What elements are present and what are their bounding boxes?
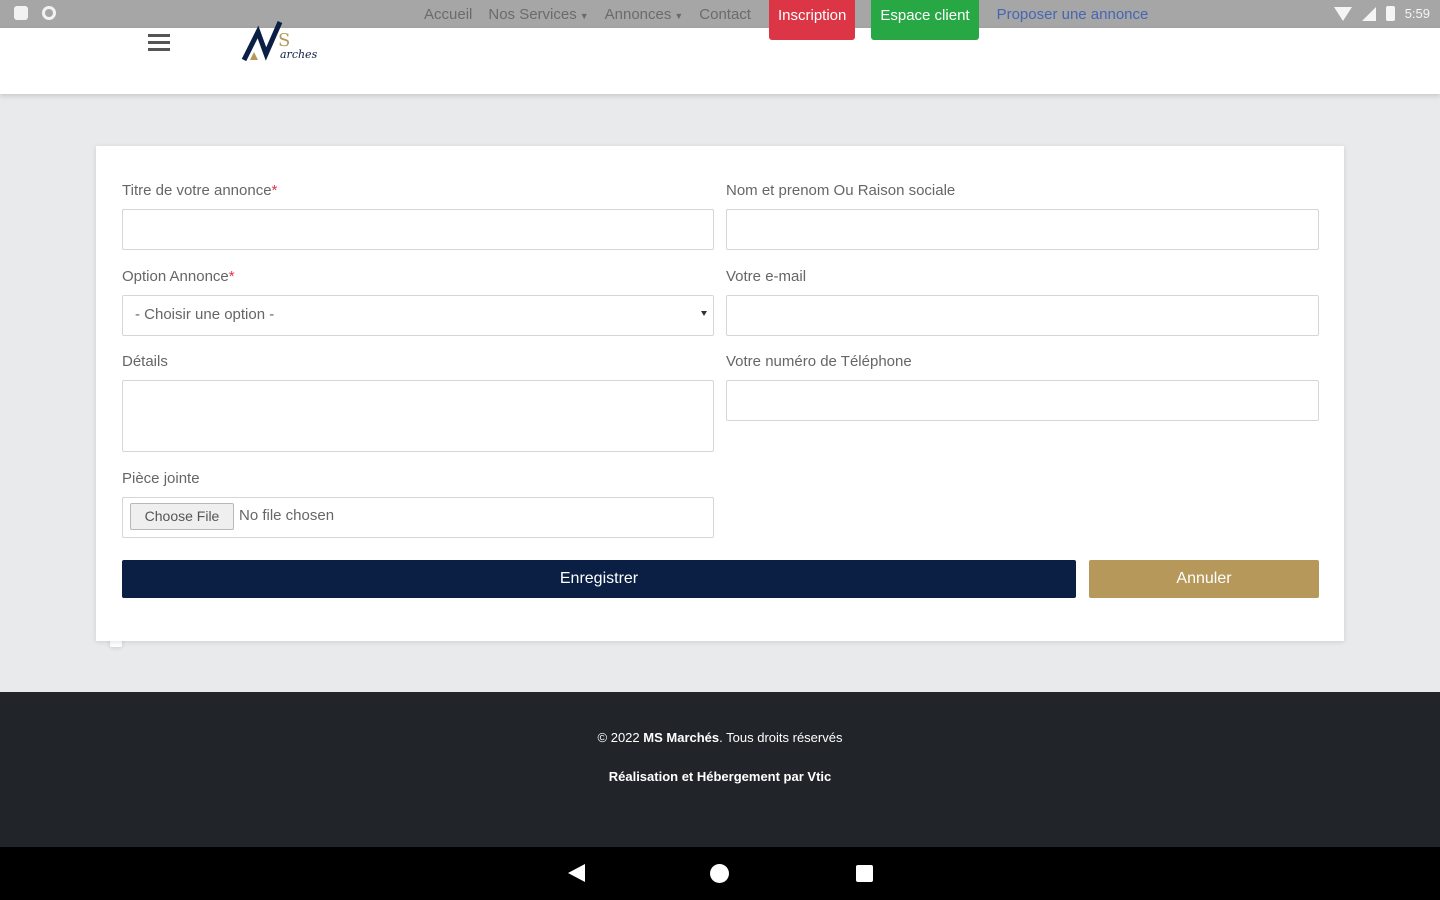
system-navigation-bar bbox=[0, 847, 1440, 900]
choose-file-button[interactable]: Choose File bbox=[130, 503, 234, 530]
details-label: Détails bbox=[122, 353, 168, 370]
details-textarea[interactable] bbox=[122, 380, 714, 452]
email-input[interactable] bbox=[726, 295, 1319, 336]
ms-marches-logo[interactable]: S arches bbox=[240, 16, 330, 66]
home-icon[interactable] bbox=[710, 864, 729, 883]
file-status: No file chosen bbox=[239, 507, 335, 524]
nav-services[interactable]: Nos Services ▼ bbox=[488, 0, 588, 23]
copyright-text: © 2022 MS Marchés. Tous droits réservés bbox=[597, 730, 843, 745]
enregistrer-button[interactable]: Enregistrer bbox=[122, 560, 1076, 598]
option-select-value: - Choisir une option - bbox=[135, 306, 275, 323]
email-label: Votre e-mail bbox=[726, 268, 807, 285]
back-icon[interactable] bbox=[568, 864, 585, 882]
wifi-icon bbox=[1333, 6, 1352, 21]
proposer-annonce-link[interactable]: Proposer une annonce bbox=[997, 0, 1149, 23]
nav-contact[interactable]: Contact bbox=[699, 0, 751, 23]
piece-jointe-label: Pièce jointe bbox=[122, 470, 200, 487]
nav-services-label: Nos Services bbox=[488, 6, 577, 23]
inscription-button[interactable]: Inscription bbox=[768, 0, 856, 40]
annonce-form: Titre de votre annonce* Option Annonce* … bbox=[96, 146, 1344, 641]
required-mark: * bbox=[228, 268, 235, 285]
menu-icon[interactable] bbox=[148, 34, 170, 52]
svg-text:arches: arches bbox=[280, 48, 318, 61]
site-footer: © 2022 MS Marchés. Tous droits réservés … bbox=[0, 692, 1440, 847]
signal-icon bbox=[1361, 6, 1376, 21]
top-navigation: Accueil Nos Services ▼ Annonces ▼ Contact … bbox=[424, 0, 1148, 40]
nav-annonces[interactable]: Annonces ▼ bbox=[605, 0, 684, 23]
dropdown-arrow-icon bbox=[701, 311, 707, 316]
credit-text: Réalisation et Hébergement par Vtic bbox=[608, 769, 832, 784]
recent-apps-icon[interactable] bbox=[856, 865, 873, 882]
titre-label: Titre de votre annonce* bbox=[122, 182, 278, 199]
option-select[interactable]: - Choisir une option - bbox=[122, 295, 714, 336]
clock: 5:59 bbox=[1404, 6, 1430, 21]
battery-icon bbox=[1385, 6, 1395, 21]
nav-annonces-label: Annonces bbox=[604, 6, 672, 23]
telephone-input[interactable] bbox=[726, 380, 1319, 421]
piece-jointe-input: Choose File No file chosen bbox=[122, 497, 714, 538]
sync-icon bbox=[42, 6, 56, 20]
nom-input[interactable] bbox=[726, 209, 1319, 250]
chevron-down-icon: ▼ bbox=[579, 11, 589, 21]
chevron-down-icon: ▼ bbox=[674, 11, 684, 21]
required-mark: * bbox=[271, 182, 278, 199]
notification-icons bbox=[14, 6, 122, 647]
nom-label: Nom et prenom Ou Raison sociale bbox=[726, 182, 956, 199]
footer-brand[interactable]: MS Marchés bbox=[643, 730, 719, 745]
notification-app-icon bbox=[14, 6, 28, 20]
option-label: Option Annonce* bbox=[122, 268, 235, 285]
titre-input[interactable] bbox=[122, 209, 714, 250]
system-indicators: 5:59 bbox=[1333, 6, 1430, 21]
telephone-label: Votre numéro de Téléphone bbox=[726, 353, 912, 370]
nav-accueil[interactable]: Accueil bbox=[424, 0, 472, 23]
espace-client-button[interactable]: Espace client bbox=[871, 0, 979, 40]
annuler-button[interactable]: Annuler bbox=[1089, 560, 1319, 598]
